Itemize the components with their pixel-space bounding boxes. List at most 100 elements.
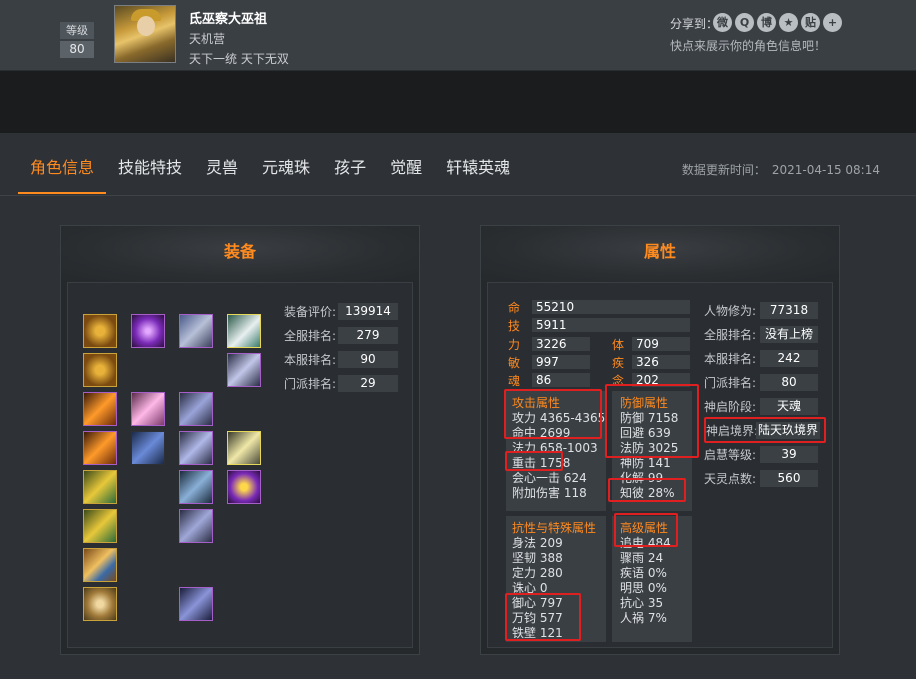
spd-label: 疾 (612, 356, 625, 370)
level-value: 80 (60, 41, 94, 58)
hp-bar: 55210 (532, 300, 690, 314)
con-label: 体 (612, 338, 625, 352)
update-value: 2021-04-15 08:14 (771, 163, 880, 177)
character-guild: 天机营 (189, 32, 226, 46)
soul-value: 86 (532, 373, 590, 387)
equip-sect-rank-label: 门派排名: (284, 377, 337, 391)
cultivation-value: 77318 (760, 302, 818, 319)
equip-server-rank-label: 全服排名: (284, 329, 337, 343)
skill-bar: 5911 (532, 318, 690, 332)
equip-slot[interactable] (83, 548, 117, 582)
equip-slot[interactable] (83, 587, 117, 621)
agi-label: 敏 (508, 356, 521, 370)
share-icons: 微 Q 博 ★ 贴 + (713, 13, 842, 32)
equip-slot[interactable] (131, 431, 165, 465)
equip-slot[interactable] (131, 314, 165, 348)
attributes-title: 属性 (481, 226, 839, 282)
highlight-crit (505, 451, 563, 471)
equip-sect-rank-value: 29 (338, 375, 398, 392)
advanced-line: 人祸 7% (620, 611, 667, 625)
divine-stage-value: 天魂 (760, 398, 818, 415)
attack-line: 附加伤害 118 (512, 486, 587, 500)
highlight-advanced (614, 513, 678, 547)
str-label: 力 (508, 338, 521, 352)
character-header: 等级 80 氐巫察大巫祖 天机营 天下一统 天下无双 分享到： 微 Q 博 ★ … (0, 0, 916, 71)
tab-awakening[interactable]: 觉醒 (378, 133, 434, 195)
qzone-icon[interactable]: ★ (779, 13, 798, 32)
attr-local-rank-label: 本服排名: (704, 352, 757, 366)
attributes-inner: 命 55210 技 5911 力 3226 体 709 敏 997 疾 326 … (487, 282, 833, 648)
equip-slot[interactable] (179, 509, 213, 543)
equip-slot[interactable] (179, 431, 213, 465)
update-time: 数据更新时间： 2021-04-15 08:14 (682, 161, 880, 178)
equip-slot[interactable] (179, 470, 213, 504)
tab-skills[interactable]: 技能特技 (106, 133, 194, 195)
weibo-icon[interactable]: 博 (757, 13, 776, 32)
tab-soul-orbs[interactable]: 元魂珠 (250, 133, 322, 195)
highlight-realm (704, 417, 826, 443)
equip-server-rank-value: 279 (338, 327, 398, 344)
hp-label: 命 (508, 301, 521, 315)
level-label: 等级 (60, 22, 94, 39)
equip-slot[interactable] (227, 314, 261, 348)
equipment-title: 装备 (61, 226, 419, 282)
equip-slot[interactable] (83, 509, 117, 543)
equipment-inner: 装备评价: 139914 全服排名: 279 本服排名: 90 门派排名: 29 (67, 282, 413, 648)
divider (0, 195, 916, 196)
spirit-points-value: 560 (760, 470, 818, 487)
tab-pets[interactable]: 灵兽 (194, 133, 250, 195)
highlight-resist (505, 593, 581, 641)
equip-local-rank-value: 90 (338, 351, 398, 368)
avatar (114, 5, 176, 63)
highlight-insight (608, 478, 686, 502)
equip-slot[interactable] (179, 392, 213, 426)
soul-label: 魂 (508, 374, 521, 388)
equip-slot[interactable] (179, 587, 213, 621)
equip-slot[interactable] (179, 314, 213, 348)
character-motto: 天下一统 天下无双 (189, 52, 289, 66)
equip-slot[interactable] (227, 353, 261, 387)
equip-slot[interactable] (83, 431, 117, 465)
equip-local-rank-label: 本服排名: (284, 353, 337, 367)
equip-slot[interactable] (83, 470, 117, 504)
share-hint: 快点来展示你的角色信息吧！ (670, 39, 827, 53)
level-box: 等级 80 (60, 22, 94, 58)
character-name: 氐巫察大巫祖 (189, 12, 268, 27)
highlight-defense-block (605, 384, 699, 458)
highlight-attack-block (504, 389, 602, 439)
equip-slot[interactable] (83, 353, 117, 387)
tab-xuanyuan-heroes[interactable]: 轩辕英魂 (434, 133, 522, 195)
attr-sect-rank-label: 门派排名: (704, 376, 757, 390)
tieba-icon[interactable]: 贴 (801, 13, 820, 32)
qq-icon[interactable]: Q (735, 13, 754, 32)
tab-children[interactable]: 孩子 (322, 133, 378, 195)
equip-slot[interactable] (227, 470, 261, 504)
cultivation-label: 人物修为: (704, 304, 757, 318)
attr-sect-rank-value: 80 (760, 374, 818, 391)
con-value: 709 (632, 337, 690, 351)
tab-bar: 角色信息 技能特技 灵兽 元魂珠 孩子 觉醒 轩辕英魂 (18, 133, 522, 195)
equip-slot[interactable] (131, 392, 165, 426)
divine-stage-label: 神启阶段: (704, 400, 757, 414)
spd-value: 326 (632, 355, 690, 369)
spirit-points-label: 天灵点数: (704, 472, 757, 486)
tab-character-info[interactable]: 角色信息 (18, 133, 107, 194)
equip-slot[interactable] (227, 431, 261, 465)
attr-server-rank-value: 没有上榜 (760, 326, 818, 343)
equip-slot[interactable] (83, 392, 117, 426)
main-panel: 角色信息 技能特技 灵兽 元魂珠 孩子 觉醒 轩辕英魂 数据更新时间： 2021-… (0, 133, 916, 679)
attributes-panel: 属性 命 55210 技 5911 力 3226 体 709 敏 997 疾 3… (480, 225, 840, 655)
equip-score-label: 装备评价: (284, 305, 337, 319)
attr-local-rank-value: 242 (760, 350, 818, 367)
share-label: 分享到： (670, 17, 719, 31)
wisdom-level-value: 39 (760, 446, 818, 463)
str-value: 3226 (532, 337, 590, 351)
attr-server-rank-label: 全服排名: (704, 328, 757, 342)
equip-slot[interactable] (83, 314, 117, 348)
skill-label: 技 (508, 319, 521, 333)
equip-score-value: 139914 (338, 303, 398, 320)
equipment-panel: 装备 装备评价: 139914 全服排名: 279 本服排名: 90 门派排名:… (60, 225, 420, 655)
update-label: 数据更新时间： (681, 163, 766, 177)
wechat-icon[interactable]: 微 (713, 13, 732, 32)
more-icon[interactable]: + (823, 13, 842, 32)
